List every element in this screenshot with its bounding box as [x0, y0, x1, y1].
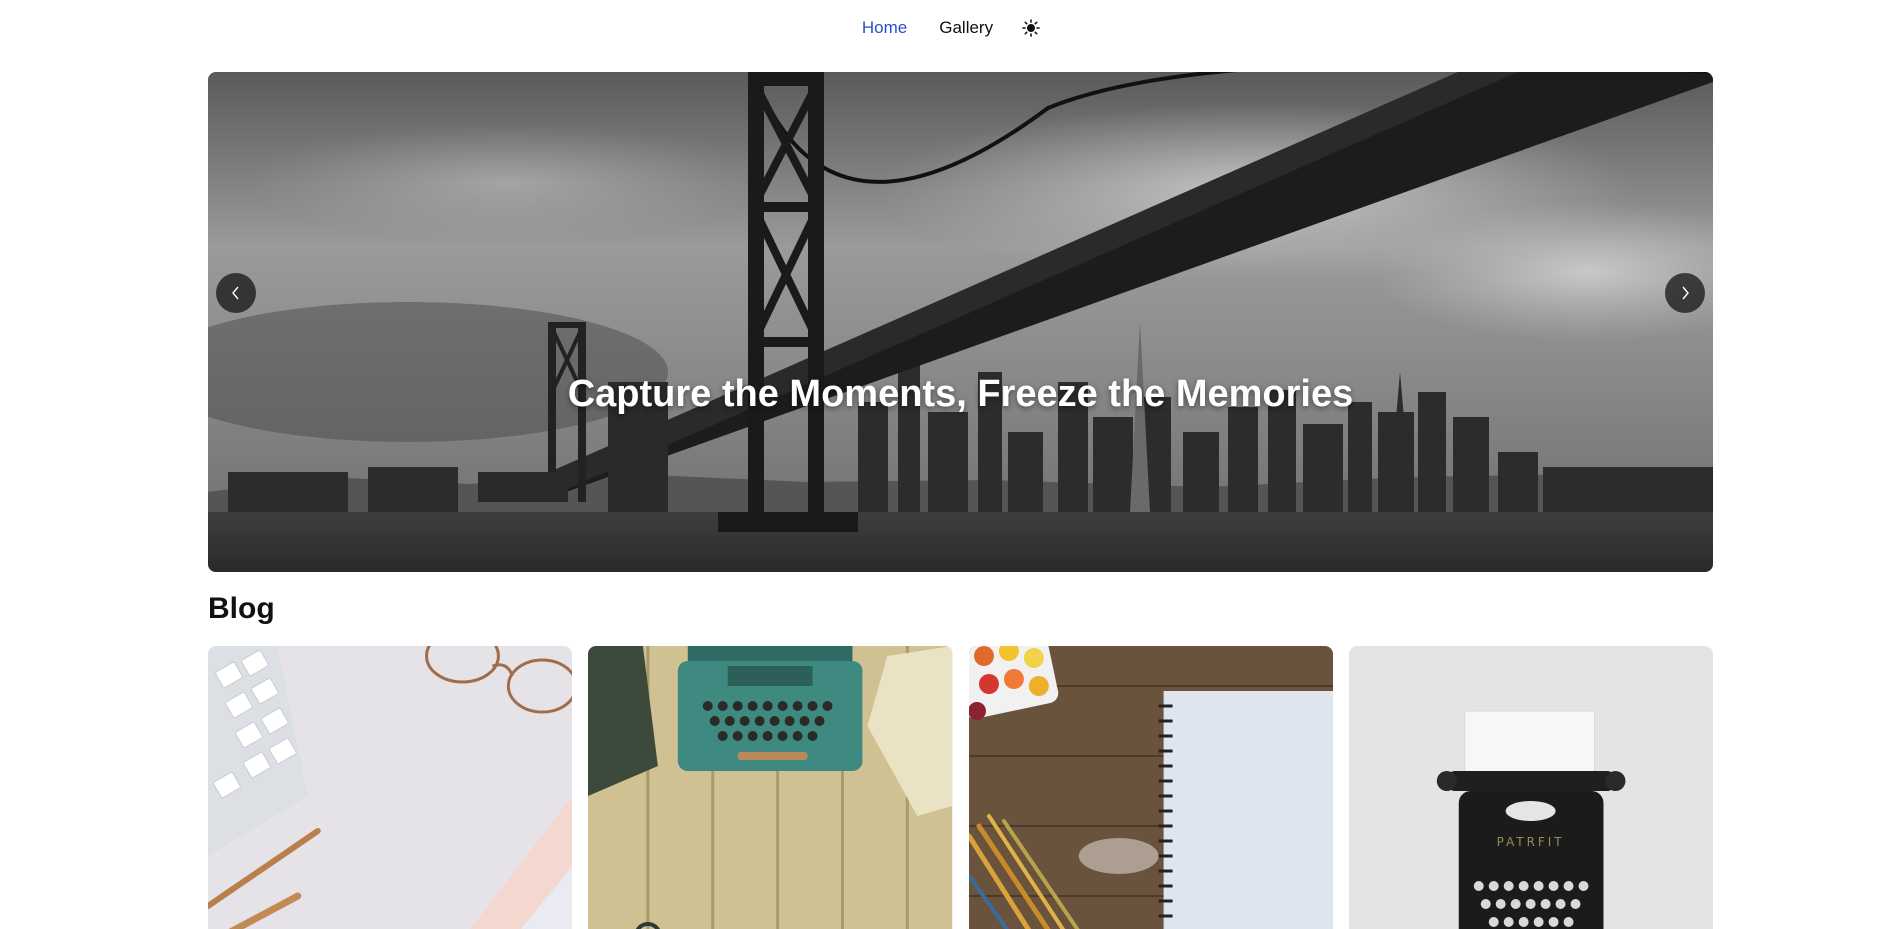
chevron-left-icon [232, 286, 239, 300]
black-typewriter-image: PATRFIT [1348, 646, 1713, 929]
carousel-next-button[interactable] [1665, 273, 1705, 313]
nav-home-link[interactable]: Home [862, 18, 907, 38]
hero-carousel: Capture the Moments, Freeze the Memories [208, 72, 1713, 572]
hero-bridge-image [208, 72, 1713, 572]
blog-card[interactable]: PATRFIT [1348, 646, 1713, 929]
blog-card[interactable] [588, 646, 953, 929]
blog-card[interactable] [968, 646, 1333, 929]
blog-card[interactable] [208, 646, 573, 929]
blog-heading: Blog [208, 592, 275, 625]
top-nav: Home Gallery [0, 0, 1903, 56]
blog-card-list: PATRFIT [208, 646, 1713, 929]
hero-caption: Capture the Moments, Freeze the Memories [567, 373, 1354, 415]
desk-keyboard-glasses-image [208, 646, 573, 929]
carousel-prev-button[interactable] [216, 273, 256, 313]
teal-typewriter-image [588, 646, 953, 929]
svg-text:PATRFIT: PATRFIT [1496, 835, 1564, 849]
watercolor-notebook-image [968, 646, 1333, 929]
nav-gallery-link[interactable]: Gallery [939, 18, 993, 38]
sun-icon[interactable] [1021, 18, 1041, 38]
chevron-right-icon [1682, 286, 1689, 300]
